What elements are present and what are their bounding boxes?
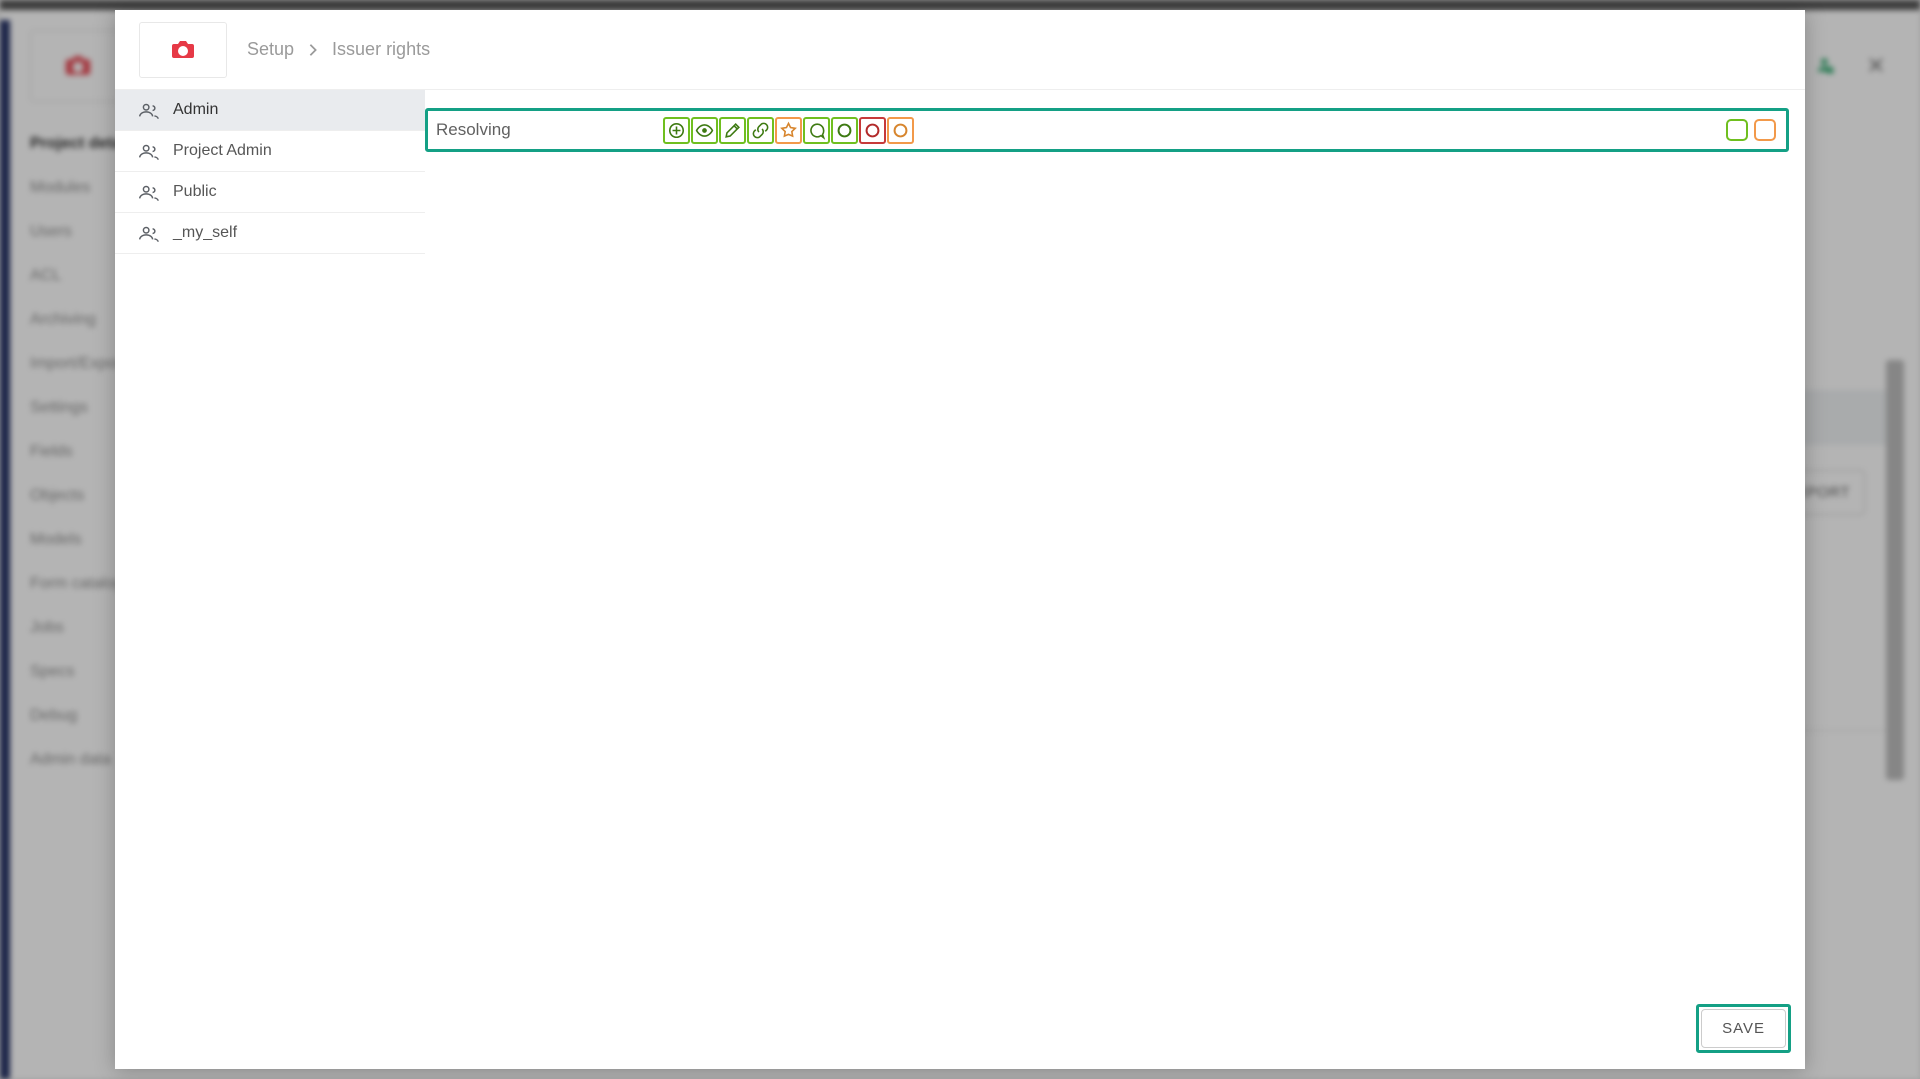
row-toggle-1[interactable] xyxy=(1754,119,1776,141)
perm-status-c[interactable] xyxy=(887,117,914,144)
group-icon xyxy=(137,142,159,160)
save-button[interactable]: SAVE xyxy=(1701,1009,1786,1048)
pencil-icon xyxy=(723,121,742,140)
circle-icon xyxy=(891,121,910,140)
group-label: Project Admin xyxy=(173,142,272,160)
plus-icon xyxy=(667,121,686,140)
groups-sidebar: Admin Project Admin Public _my_self xyxy=(115,90,425,1069)
link-icon xyxy=(751,121,770,140)
group-icon xyxy=(137,101,159,119)
group--my-self[interactable]: _my_self xyxy=(115,213,425,254)
perm-link[interactable] xyxy=(747,117,774,144)
camera-icon xyxy=(171,40,195,60)
chat-icon xyxy=(807,121,826,140)
perm-edit[interactable] xyxy=(719,117,746,144)
group-project-admin[interactable]: Project Admin xyxy=(115,131,425,172)
breadcrumb-leaf: Issuer rights xyxy=(332,39,430,60)
circle-icon xyxy=(835,121,854,140)
perm-star[interactable] xyxy=(775,117,802,144)
modal-logo xyxy=(139,22,227,78)
group-public[interactable]: Public xyxy=(115,172,425,213)
chevron-right-icon xyxy=(308,43,318,57)
rights-panel: Resolving SAVE xyxy=(425,90,1805,1069)
issuer-rights-modal: Setup Issuer rights Admin Project Admin Pu… xyxy=(115,10,1805,1069)
perm-create[interactable] xyxy=(663,117,690,144)
circle-icon xyxy=(863,121,882,140)
perm-view[interactable] xyxy=(691,117,718,144)
group-label: Public xyxy=(173,183,217,201)
group-icon xyxy=(137,183,159,201)
perm-status-a[interactable] xyxy=(831,117,858,144)
rights-row-resolving: Resolving xyxy=(425,108,1789,152)
star-icon xyxy=(779,121,798,140)
group-icon xyxy=(137,224,159,242)
rights-row-label: Resolving xyxy=(434,120,663,140)
eye-icon xyxy=(695,121,714,140)
row-toggle-0[interactable] xyxy=(1726,119,1748,141)
group-admin[interactable]: Admin xyxy=(115,90,425,131)
perm-status-b[interactable] xyxy=(859,117,886,144)
breadcrumb-root[interactable]: Setup xyxy=(247,39,294,60)
group-label: Admin xyxy=(173,101,218,119)
breadcrumb: Setup Issuer rights xyxy=(247,39,430,60)
perm-comment[interactable] xyxy=(803,117,830,144)
save-highlight: SAVE xyxy=(1696,1004,1791,1053)
modal-header: Setup Issuer rights xyxy=(115,10,1805,90)
group-label: _my_self xyxy=(173,224,237,242)
